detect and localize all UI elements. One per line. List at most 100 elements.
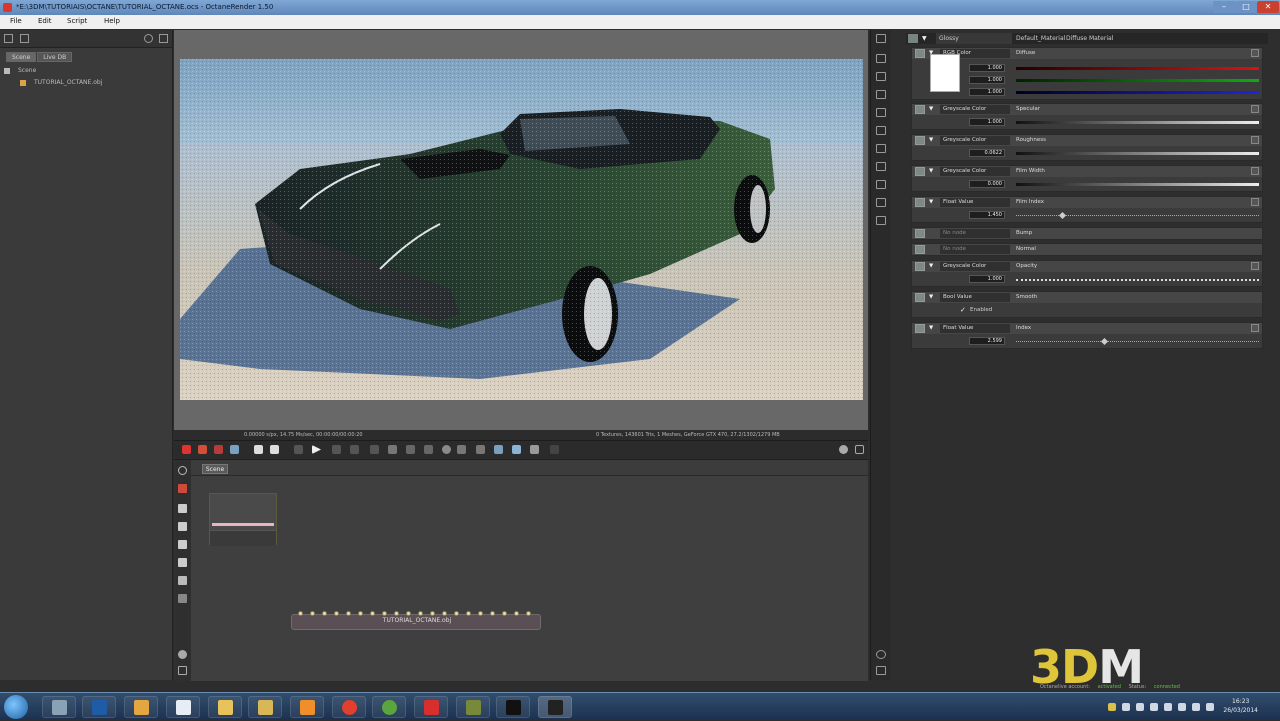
material-picker-icon[interactable]: [370, 445, 379, 454]
node-pin[interactable]: [478, 611, 483, 616]
taskbar-app[interactable]: [414, 696, 448, 718]
value-field[interactable]: 1.000: [969, 118, 1005, 126]
wrench-icon[interactable]: [144, 34, 153, 43]
imager-icon[interactable]: [876, 126, 886, 135]
focus-picker-icon[interactable]: [332, 445, 341, 454]
node-icon[interactable]: [178, 594, 187, 603]
value-field[interactable]: 1.450: [969, 211, 1005, 219]
taskbar-app-3d[interactable]: [124, 696, 158, 718]
material-icon[interactable]: [876, 198, 886, 207]
tab-node-graph-scene[interactable]: Scene: [202, 464, 228, 474]
value-field[interactable]: 2.599: [969, 337, 1005, 345]
outliner-tool-icon[interactable]: [4, 34, 13, 43]
slider-handle[interactable]: [1100, 337, 1109, 346]
kernel-icon[interactable]: [876, 144, 886, 153]
close-icon[interactable]: [1251, 262, 1259, 270]
system-clock[interactable]: 16:23 26/03/2014: [1223, 697, 1258, 715]
node-pin[interactable]: [334, 611, 339, 616]
start-button[interactable]: [4, 695, 28, 719]
minimize-button[interactable]: –: [1213, 1, 1235, 13]
node-pin[interactable]: [406, 611, 411, 616]
collapse-arrow-icon[interactable]: ▼: [929, 323, 933, 334]
tray-icon[interactable]: [1108, 703, 1116, 711]
zoom-in-icon[interactable]: [476, 445, 485, 454]
node-icon[interactable]: [178, 540, 187, 549]
close-icon[interactable]: [1251, 324, 1259, 332]
taskbar-app-octane[interactable]: [538, 696, 572, 718]
node-pin[interactable]: [298, 611, 303, 616]
value-field[interactable]: 0.000: [969, 180, 1005, 188]
undo-icon[interactable]: [406, 445, 415, 454]
param-type-icon[interactable]: [915, 198, 925, 207]
close-icon[interactable]: [1251, 105, 1259, 113]
node-icon[interactable]: [178, 522, 187, 531]
node-pin[interactable]: [490, 611, 495, 616]
param-type-icon[interactable]: [915, 229, 925, 238]
param-type-icon[interactable]: [915, 245, 925, 254]
lock-icon[interactable]: [230, 445, 239, 454]
node-pin[interactable]: [346, 611, 351, 616]
taskbar-app-folder[interactable]: [208, 696, 242, 718]
taskbar-app-utorrent[interactable]: [372, 696, 406, 718]
collapse-icon[interactable]: [4, 67, 10, 74]
expand-icon[interactable]: [178, 666, 187, 675]
menu-script[interactable]: Script: [67, 17, 87, 25]
node-pin[interactable]: [310, 611, 315, 616]
node-icon[interactable]: [178, 576, 187, 585]
search-icon[interactable]: [178, 466, 187, 475]
node-pin[interactable]: [526, 611, 531, 616]
value-slider[interactable]: [1016, 121, 1259, 124]
collapse-arrow-icon[interactable]: ▼: [929, 166, 933, 177]
param-type-select[interactable]: No node: [940, 229, 1010, 238]
node-pin[interactable]: [454, 611, 459, 616]
camera-icon[interactable]: [876, 90, 886, 99]
environment-icon[interactable]: [876, 108, 886, 117]
save-image-icon[interactable]: [512, 445, 521, 454]
taskbar-app-explorer[interactable]: [42, 696, 76, 718]
taskbar-app-photoshop[interactable]: [82, 696, 116, 718]
copy-icon[interactable]: [494, 445, 503, 454]
value-field-blue[interactable]: 1.000: [969, 88, 1005, 96]
material-node[interactable]: [209, 493, 277, 546]
menu-edit[interactable]: Edit: [38, 17, 52, 25]
taskbar-app-document[interactable]: [166, 696, 200, 718]
tray-icon[interactable]: [1122, 703, 1130, 711]
node-pin[interactable]: [394, 611, 399, 616]
close-icon[interactable]: [1251, 49, 1259, 57]
collapse-arrow-icon[interactable]: ▼: [929, 135, 933, 146]
green-slider[interactable]: [1016, 79, 1259, 82]
param-type-select[interactable]: Float Value: [940, 198, 1010, 207]
clear-icon[interactable]: [198, 445, 207, 454]
network-icon[interactable]: [1178, 703, 1186, 711]
restart-icon[interactable]: [270, 445, 279, 454]
param-type-select[interactable]: Float Value: [940, 324, 1010, 333]
checkbox-checked-icon[interactable]: ✓: [960, 306, 966, 314]
param-type-icon[interactable]: [915, 324, 925, 333]
redo-icon[interactable]: [424, 445, 433, 454]
texture-icon[interactable]: [876, 216, 886, 225]
node-pin[interactable]: [514, 611, 519, 616]
volume-icon[interactable]: [1192, 703, 1200, 711]
flag-icon[interactable]: [1206, 703, 1214, 711]
value-field-green[interactable]: 1.000: [969, 76, 1005, 84]
wrench-icon[interactable]: [839, 445, 848, 454]
expand-icon[interactable]: [159, 34, 168, 43]
taskbar-app-media[interactable]: [290, 696, 324, 718]
close-button[interactable]: ✕: [1257, 1, 1279, 13]
param-type-icon[interactable]: [915, 49, 925, 58]
value-slider[interactable]: [1016, 215, 1259, 216]
settings-icon[interactable]: [550, 445, 559, 454]
menu-help[interactable]: Help: [104, 17, 120, 25]
node-pin[interactable]: [370, 611, 375, 616]
param-type-icon[interactable]: [915, 136, 925, 145]
param-type-icon[interactable]: [915, 293, 925, 302]
color-swatch[interactable]: [930, 54, 960, 92]
expand-icon[interactable]: [876, 666, 886, 675]
wrench-icon[interactable]: [876, 650, 886, 659]
value-slider[interactable]: [1016, 152, 1259, 155]
collapse-arrow-icon[interactable]: ▼: [929, 197, 933, 208]
close-icon[interactable]: [1251, 136, 1259, 144]
tree-item-scene[interactable]: Scene: [4, 65, 102, 77]
zoom-fit-icon[interactable]: [457, 445, 466, 454]
node-pin[interactable]: [322, 611, 327, 616]
